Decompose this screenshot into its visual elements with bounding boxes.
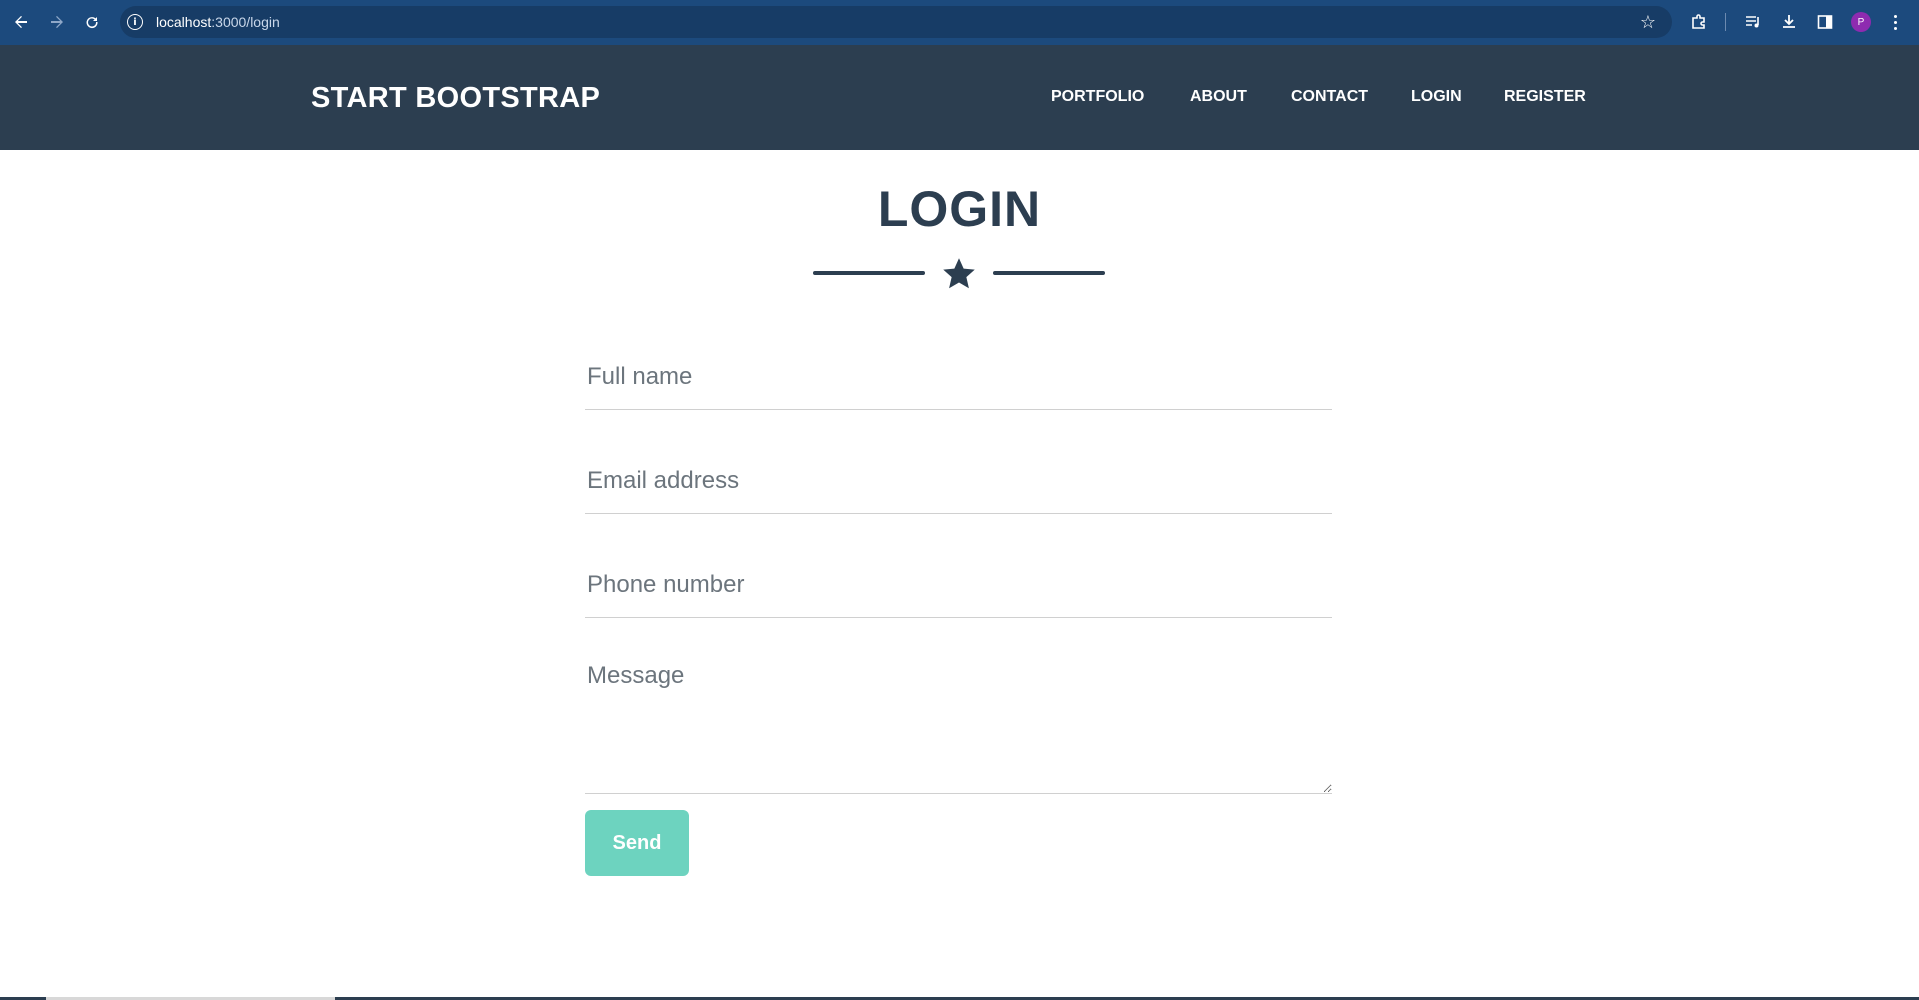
- nav-link-register[interactable]: REGISTER: [1504, 88, 1586, 106]
- nav-link-login[interactable]: LOGIN: [1411, 88, 1462, 106]
- message-field-wrapper: [585, 660, 1332, 794]
- email-input[interactable]: [585, 449, 1332, 513]
- url-text[interactable]: localhost:3000/login: [156, 14, 280, 30]
- full-name-field-wrapper: [585, 345, 1332, 410]
- star-icon: [940, 256, 978, 292]
- nav-link-contact[interactable]: CONTACT: [1291, 88, 1368, 106]
- browser-toolbar: i localhost:3000/login ☆ P: [0, 0, 1919, 45]
- side-panel-icon[interactable]: [1814, 11, 1836, 33]
- nav-link-about[interactable]: ABOUT: [1190, 88, 1247, 106]
- page-title: LOGIN: [877, 181, 1042, 237]
- bookmark-star-icon[interactable]: ☆: [1638, 12, 1658, 32]
- nav-link-portfolio[interactable]: PORTFOLIO: [1051, 88, 1144, 106]
- message-textarea[interactable]: [585, 660, 1332, 793]
- send-button[interactable]: Send: [585, 810, 689, 876]
- phone-field-wrapper: [585, 553, 1332, 618]
- email-field-wrapper: [585, 449, 1332, 514]
- profile-avatar[interactable]: P: [1851, 12, 1871, 32]
- back-arrow-icon[interactable]: [9, 10, 33, 34]
- menu-dots-icon[interactable]: [1888, 11, 1902, 33]
- site-navbar: START BOOTSTRAP PORTFOLIO ABOUT CONTACT …: [0, 45, 1919, 150]
- url-host: localhost: [156, 14, 212, 30]
- brand-logo[interactable]: START BOOTSTRAP: [311, 82, 600, 115]
- phone-input[interactable]: [585, 553, 1332, 617]
- extensions-icon[interactable]: [1688, 11, 1710, 33]
- divider-line-left: [813, 271, 925, 275]
- divider-line-right: [993, 271, 1105, 275]
- site-info-icon[interactable]: i: [127, 14, 143, 30]
- address-bar[interactable]: i localhost:3000/login ☆: [120, 6, 1672, 38]
- full-name-input[interactable]: [585, 345, 1332, 409]
- reload-icon[interactable]: [80, 10, 104, 34]
- url-path: :3000/login: [211, 14, 280, 30]
- forward-arrow-icon[interactable]: [45, 10, 69, 34]
- download-icon[interactable]: [1778, 11, 1800, 33]
- media-control-icon[interactable]: [1742, 11, 1764, 33]
- toolbar-divider: [1725, 13, 1726, 31]
